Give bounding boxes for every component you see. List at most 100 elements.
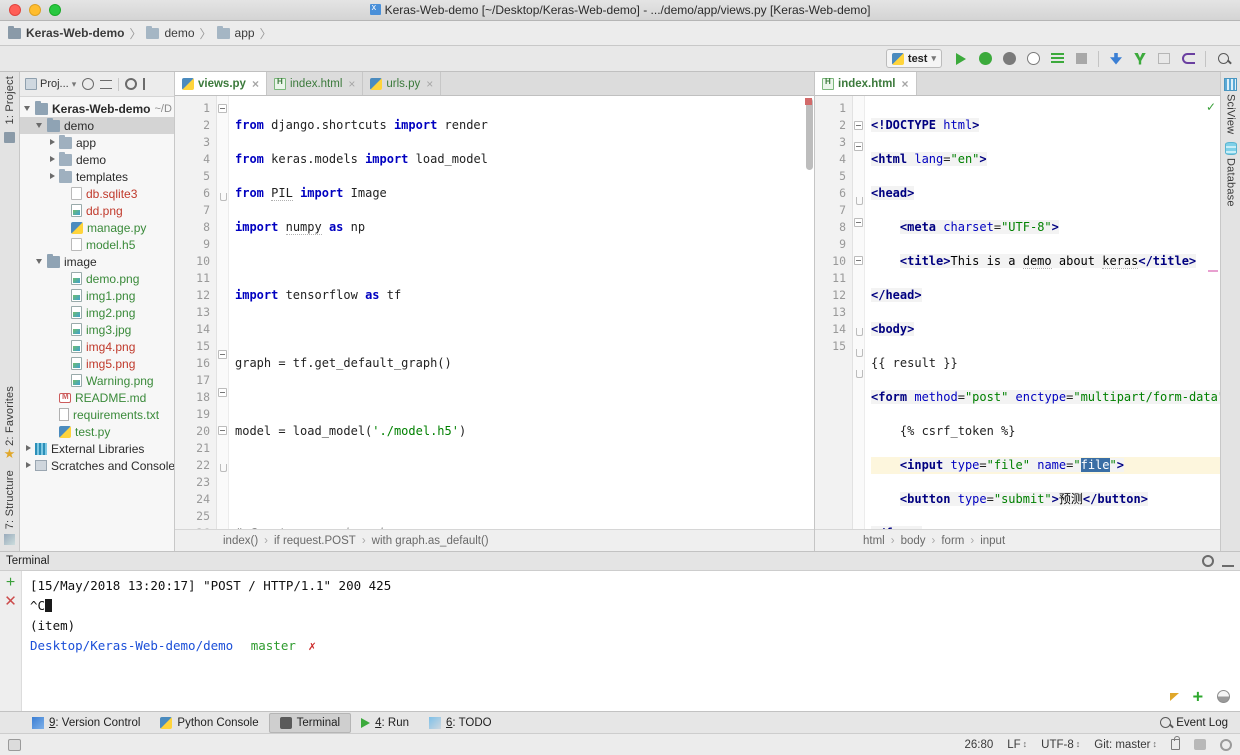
fold-end-icon[interactable] xyxy=(854,197,863,206)
tree-node[interactable]: img2.png xyxy=(20,304,174,321)
right-editor-breadcrumb-item[interactable]: html xyxy=(863,535,885,547)
fold-marker-icon[interactable] xyxy=(218,104,227,113)
tool-button-project[interactable]: 1: Project xyxy=(4,76,16,124)
chevron-right-icon[interactable] xyxy=(24,461,33,470)
close-icon[interactable]: × xyxy=(426,77,433,91)
tree-node[interactable]: img3.jpg xyxy=(20,321,174,338)
coverage-button[interactable] xyxy=(998,48,1020,70)
fold-marker-icon[interactable] xyxy=(218,426,227,435)
tool-window-button-6-todo[interactable]: 6: TODO xyxy=(419,713,502,733)
right-editor-breadcrumb-item[interactable]: input xyxy=(980,535,1005,547)
fold-end-icon[interactable] xyxy=(218,193,227,202)
right-editor-breadcrumb-item[interactable]: form xyxy=(941,535,964,547)
fold-marker-icon[interactable] xyxy=(854,121,863,130)
event-log-button[interactable]: Event Log xyxy=(1160,717,1240,729)
chevron-right-icon[interactable] xyxy=(48,138,57,147)
flag-icon[interactable] xyxy=(1170,693,1179,701)
fold-marker-icon[interactable] xyxy=(854,218,863,227)
tree-node[interactable]: test.py xyxy=(20,423,174,440)
left-editor-tab-index-html[interactable]: index.html× xyxy=(267,72,363,95)
fold-end-icon[interactable] xyxy=(854,370,863,379)
tree-node[interactable]: templates xyxy=(20,168,174,185)
tree-node[interactable]: README.md xyxy=(20,389,174,406)
tool-window-button-python-console[interactable]: Python Console xyxy=(150,713,268,733)
fold-marker-icon[interactable] xyxy=(218,350,227,359)
toggle-toolwindows-icon[interactable] xyxy=(8,739,21,751)
encoding-selector[interactable]: UTF-8↕ xyxy=(1041,739,1080,751)
close-icon[interactable]: × xyxy=(252,77,259,91)
left-code-text[interactable]: from django.shortcuts import render from… xyxy=(229,96,814,529)
chevron-down-icon[interactable] xyxy=(36,257,45,266)
caret-position[interactable]: 26:80 xyxy=(964,739,993,751)
add-icon[interactable]: + xyxy=(1193,692,1203,702)
right-code-text[interactable]: <!DOCTYPE html> <html lang="en"> <head> … xyxy=(865,96,1220,529)
inspection-ok-icon[interactable]: ✓ xyxy=(1206,100,1216,114)
debug-button[interactable] xyxy=(974,48,996,70)
right-editor-breadcrumb-item[interactable]: body xyxy=(901,535,926,547)
chevron-down-icon[interactable] xyxy=(24,104,33,113)
tree-node[interactable]: External Libraries xyxy=(20,440,174,457)
tree-node[interactable]: demo xyxy=(20,117,174,134)
tool-window-button-4-run[interactable]: 4: Run xyxy=(351,713,419,733)
fold-end-icon[interactable] xyxy=(218,464,227,473)
breadcrumb-item-project[interactable]: Keras-Web-demo xyxy=(8,26,124,40)
run-configuration-selector[interactable]: test ▾ xyxy=(886,49,942,68)
git-branch-selector[interactable]: Git: master↕ xyxy=(1094,739,1157,751)
tree-node[interactable]: Warning.png xyxy=(20,372,174,389)
tree-node[interactable]: Scratches and Console xyxy=(20,457,174,474)
fold-end-icon[interactable] xyxy=(854,349,863,358)
chevron-right-icon[interactable] xyxy=(48,155,57,164)
right-editor-tab-index-html[interactable]: index.html× xyxy=(815,72,917,95)
left-editor-tabbar[interactable]: views.py×index.html×urls.py× xyxy=(175,72,814,96)
terminal-output[interactable]: [15/May/2018 13:20:17] "POST / HTTP/1.1"… xyxy=(22,571,1240,711)
tree-node[interactable]: img4.png xyxy=(20,338,174,355)
tool-button-sciview[interactable]: SciView xyxy=(1225,94,1237,134)
close-icon[interactable]: × xyxy=(902,77,909,91)
lock-icon[interactable] xyxy=(1171,739,1180,750)
toggle-icon[interactable] xyxy=(1217,690,1230,703)
stop-button[interactable] xyxy=(1070,48,1092,70)
fold-marker-icon[interactable] xyxy=(854,256,863,265)
right-editor-tabbar[interactable]: index.html× xyxy=(815,72,1220,96)
tree-node[interactable]: db.sqlite3 xyxy=(20,185,174,202)
left-editor-breadcrumb-item[interactable]: with graph.as_default() xyxy=(372,535,489,547)
vcs-commit-button[interactable] xyxy=(1129,48,1151,70)
search-everywhere-button[interactable] xyxy=(1212,48,1234,70)
chevron-right-icon[interactable] xyxy=(48,172,57,181)
left-fold-column[interactable] xyxy=(217,96,229,529)
left-editor-scrollbar[interactable] xyxy=(806,98,813,170)
left-editor-breadcrumbs[interactable]: index()›if request.POST›with graph.as_de… xyxy=(175,529,814,551)
tree-node[interactable]: requirements.txt xyxy=(20,406,174,423)
tree-node[interactable]: demo.png xyxy=(20,270,174,287)
tool-window-bar[interactable]: 9: Version ControlPython ConsoleTerminal… xyxy=(0,711,1240,733)
close-session-button[interactable]: ✕ xyxy=(4,595,17,608)
tool-button-database[interactable]: Database xyxy=(1225,158,1237,207)
right-fold-column[interactable] xyxy=(853,96,865,529)
vcs-diff-button[interactable] xyxy=(1153,48,1175,70)
tree-node[interactable]: manage.py xyxy=(20,219,174,236)
left-editor-content[interactable]: 1234567891011121314151617181920212223242… xyxy=(175,96,814,529)
terminal-small-icon[interactable] xyxy=(1194,739,1206,750)
tree-node[interactable]: img1.png xyxy=(20,287,174,304)
left-editor-breadcrumb-item[interactable]: if request.POST xyxy=(274,535,356,547)
chevron-down-icon[interactable] xyxy=(36,121,45,130)
undo-button[interactable] xyxy=(1177,48,1199,70)
tree-node[interactable]: img5.png xyxy=(20,355,174,372)
vcs-update-button[interactable] xyxy=(1105,48,1127,70)
tree-node[interactable]: Keras-Web-demo~/D xyxy=(20,100,174,117)
tool-window-button-9-version-control[interactable]: 9: Version Control xyxy=(22,713,150,733)
breadcrumb-item-demo[interactable]: demo xyxy=(146,26,194,40)
fold-marker-icon[interactable] xyxy=(854,142,863,151)
hide-terminal-icon[interactable] xyxy=(1222,555,1234,567)
tree-node[interactable]: image xyxy=(20,253,174,270)
line-separator-selector[interactable]: LF↕ xyxy=(1007,739,1027,751)
left-editor-tab-views-py[interactable]: views.py× xyxy=(175,72,267,95)
profile-button[interactable] xyxy=(1022,48,1044,70)
tool-button-favorites[interactable]: 2: Favorites xyxy=(4,386,16,446)
project-file-tree[interactable]: Keras-Web-demo~/Ddemoappdemotemplatesdb.… xyxy=(20,97,174,551)
right-editor-content[interactable]: 123456789101112131415 xyxy=(815,96,1220,529)
hide-panel-icon[interactable] xyxy=(143,78,155,90)
tool-window-button-terminal[interactable]: Terminal xyxy=(269,713,351,733)
settings-gear-icon[interactable] xyxy=(125,78,137,90)
left-editor-breadcrumb-item[interactable]: index() xyxy=(223,535,258,547)
